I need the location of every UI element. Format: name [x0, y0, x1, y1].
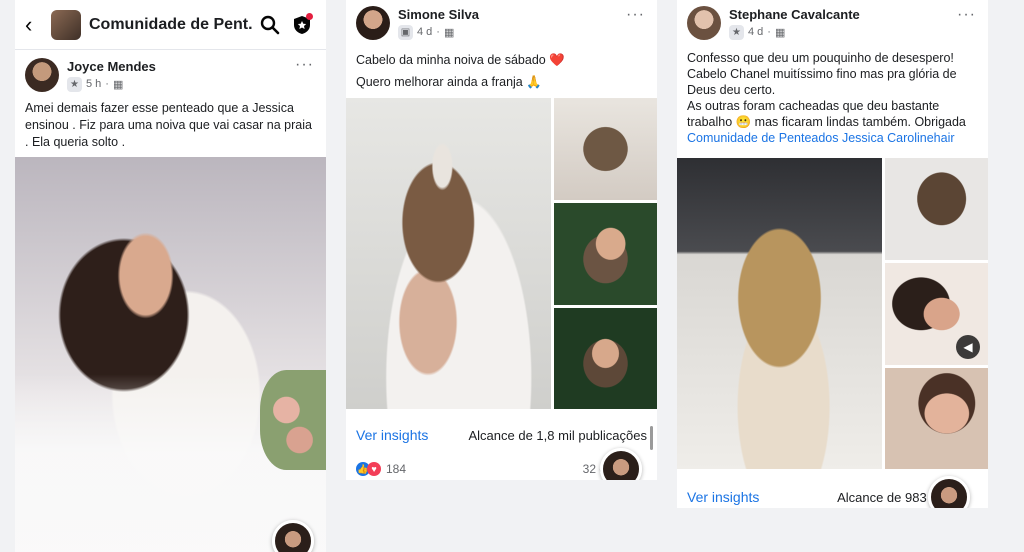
- separator: ·: [436, 26, 440, 38]
- post-photo[interactable]: [885, 368, 988, 469]
- back-arrow-icon[interactable]: ‹: [25, 12, 51, 38]
- post-text: Amei demais fazer esse penteado que a Je…: [25, 101, 312, 149]
- group-title[interactable]: Comunidade de Pent...: [89, 16, 252, 34]
- avatar[interactable]: [687, 6, 721, 40]
- post-photo[interactable]: [346, 98, 551, 409]
- photo-grid: [677, 158, 988, 469]
- insights-link[interactable]: Ver insights: [356, 427, 428, 443]
- group-privacy-icon: ▦: [112, 78, 124, 91]
- separator: ·: [767, 26, 771, 38]
- bouquet-image: [260, 370, 326, 470]
- post-meta: ★ 5 h · ▦: [67, 76, 156, 92]
- post-header: Stephane Cavalcante ★ 4 d · ▦ ···: [677, 0, 988, 48]
- post-text-line: Quero melhorar ainda a franja 🙏: [356, 75, 542, 89]
- post-text-line: Cabelo da minha noiva de sábado ❤️: [356, 53, 565, 67]
- post-panel-stephane: Stephane Cavalcante ★ 4 d · ▦ ··· Confes…: [677, 0, 988, 508]
- post-time[interactable]: 4 d: [417, 26, 432, 38]
- notification-dot: [306, 12, 313, 20]
- scrollbar[interactable]: [650, 426, 653, 450]
- post-panel-joyce: ‹ Comunidade de Pent... Joyce Mendes ★ 5…: [15, 0, 326, 552]
- post-meta: ★ 4 d · ▦: [729, 24, 860, 40]
- post-time[interactable]: 5 h: [86, 78, 101, 90]
- mute-icon[interactable]: ◀︎: [956, 335, 980, 359]
- post-header: Simone Silva ▣ 4 d · ▦ ···: [346, 0, 657, 48]
- floating-profile-thumb[interactable]: [600, 448, 642, 480]
- more-options-icon[interactable]: ···: [626, 6, 645, 24]
- post-photo[interactable]: [885, 158, 988, 260]
- post-text-line: As outras foram cacheadas que deu bastan…: [687, 99, 966, 129]
- love-reaction-icon: ♥: [367, 462, 381, 476]
- author-name[interactable]: Joyce Mendes: [67, 59, 156, 74]
- star-badge-icon: ★: [729, 24, 744, 40]
- reaction-count[interactable]: 184: [386, 462, 406, 476]
- admin-shield-icon[interactable]: [288, 11, 316, 39]
- author-name[interactable]: Simone Silva: [398, 7, 479, 22]
- post-photo[interactable]: [554, 98, 657, 200]
- group-avatar[interactable]: [51, 9, 81, 40]
- post-photo[interactable]: [15, 157, 326, 552]
- post-text: Cabelo da minha noiva de sábado ❤️ Quero…: [346, 48, 657, 99]
- author-name[interactable]: Stephane Cavalcante: [729, 7, 860, 22]
- group-header: ‹ Comunidade de Pent...: [15, 0, 326, 50]
- post-photo[interactable]: [554, 203, 657, 305]
- insights-row: Ver insights Alcance de 1,8 mil publicaç…: [346, 427, 657, 443]
- group-mention-link[interactable]: Comunidade de Penteados Jessica Caroline…: [687, 130, 978, 146]
- post-time[interactable]: 4 d: [748, 26, 763, 38]
- photo-grid: [346, 98, 657, 409]
- group-privacy-icon: ▦: [774, 26, 786, 39]
- star-badge-icon: ★: [67, 76, 82, 92]
- floating-profile-thumb[interactable]: [928, 476, 970, 508]
- avatar[interactable]: [25, 58, 59, 92]
- reach-text: Alcance de 1,8 mil publicações: [468, 427, 648, 443]
- post-photo[interactable]: [554, 308, 657, 409]
- photo-badge-icon: ▣: [398, 24, 413, 40]
- post-meta: ▣ 4 d · ▦: [398, 24, 479, 40]
- post-text: Confesso que deu um pouquinho de desespe…: [677, 48, 988, 154]
- post-text-line: Confesso que deu um pouquinho de desespe…: [687, 51, 957, 97]
- avatar[interactable]: [356, 6, 390, 40]
- more-options-icon[interactable]: ···: [957, 6, 976, 24]
- post-panel-simone: Simone Silva ▣ 4 d · ▦ ··· Cabelo da min…: [346, 0, 657, 480]
- separator: ·: [105, 78, 109, 90]
- post-header: Joyce Mendes ★ 5 h · ▦ ···: [15, 50, 326, 100]
- search-icon[interactable]: [256, 11, 284, 39]
- post-photo[interactable]: [677, 158, 882, 469]
- insights-link[interactable]: Ver insights: [687, 489, 759, 505]
- more-options-icon[interactable]: ···: [295, 56, 314, 74]
- group-privacy-icon: ▦: [443, 26, 455, 39]
